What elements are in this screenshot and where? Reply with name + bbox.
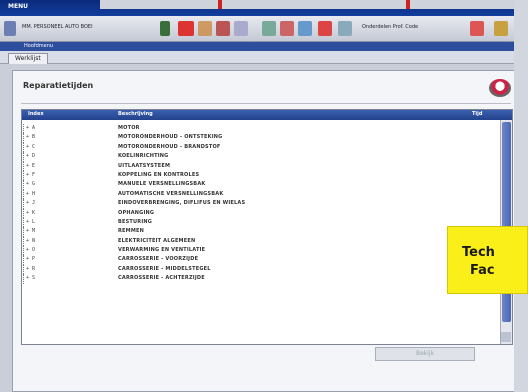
table-row[interactable]: + C MOTORONDERHOUD - BRANDSTOF (22, 142, 500, 153)
tool-icon[interactable] (318, 21, 332, 36)
page-title: Reparatietijden (23, 81, 94, 90)
tool-icon[interactable] (216, 21, 230, 36)
row-code: + B (26, 134, 36, 141)
table-row[interactable]: + L BESTURING (22, 217, 500, 228)
help-icon[interactable] (470, 21, 484, 36)
table-row[interactable]: + B MOTORONDERHOUD - ONTSTEKING (22, 133, 500, 143)
row-code: + C (26, 143, 36, 150)
table-row[interactable]: + N ELEKTRICITEIT ALGEMEEN (22, 236, 500, 247)
row-description: CARROSSERIE - VOORZIJDE (118, 256, 199, 263)
red-marker (218, 0, 222, 9)
table-row[interactable]: + D KOELINRICHTING (22, 152, 500, 162)
row-description: KOELINRICHTING (118, 153, 169, 160)
row-description: MANUELE VERSNELLINGSBAK (118, 181, 206, 188)
app-icon[interactable] (4, 21, 16, 36)
row-code: + G (26, 181, 36, 188)
red-marker (406, 0, 410, 9)
print-icon[interactable] (489, 79, 511, 97)
row-description: OPHANGING (118, 209, 155, 216)
row-code: + E (26, 162, 36, 169)
row-code: + K (26, 209, 36, 216)
row-code: + H (26, 190, 36, 197)
tab-werklijst[interactable]: Werklijst (8, 53, 48, 64)
back-icon[interactable] (160, 21, 170, 36)
row-code: + L (26, 218, 36, 225)
row-code: + R (26, 265, 36, 272)
row-code: + D (26, 153, 36, 160)
tool-icon[interactable] (198, 21, 212, 36)
row-code: + N (26, 237, 36, 244)
scroll-down-icon[interactable] (501, 332, 511, 342)
menu-strip: Hoofdmenu (0, 42, 528, 51)
row-code: + A (26, 125, 36, 131)
row-description: CARROSSERIE - ACHTERZIJDE (118, 275, 205, 282)
tool-icon[interactable] (280, 21, 294, 36)
row-code: + S (26, 275, 36, 282)
divider (21, 103, 511, 104)
window-title: MENU (8, 3, 28, 10)
row-description: REMMEN (118, 228, 145, 235)
header-description[interactable]: Beschrijving (118, 111, 153, 117)
toolbar-right-text: Onderdelen Prof. Code (362, 24, 419, 30)
row-description: VERWARMING EN VENTILATIE (118, 247, 206, 254)
row-code: + J (26, 200, 36, 207)
row-description: BESTURING (118, 218, 153, 225)
row-code: + P (26, 256, 36, 263)
right-frame (514, 0, 528, 392)
table-row[interactable]: + P CARROSSERIE - VOORZIJDE (22, 255, 500, 265)
tab-row: Werklijst (0, 51, 528, 64)
row-description: EINDOVERBRENGING, DIFLIFUS EN WIELAS (118, 200, 246, 207)
table-row[interactable]: + G MANUELE VERSNELLINGSBAK (22, 180, 500, 190)
tool-icon[interactable] (338, 21, 352, 36)
tool-icon[interactable] (262, 21, 276, 36)
tool-icon[interactable] (298, 21, 312, 36)
callout-line-1: Tech (462, 245, 495, 260)
table-row[interactable]: + M REMMEN (22, 227, 500, 237)
toolbar-left-text: MM. PERSONEEL AUTO BOEI (22, 24, 93, 30)
view-button[interactable]: Bekijk (375, 347, 475, 361)
table-row[interactable]: + E UITLAATSYSTEEM (22, 161, 500, 171)
row-description: ELEKTRICITEIT ALGEMEEN (118, 237, 196, 244)
table-header: Index Beschrijving Tijd (22, 110, 512, 120)
row-description: MOTORONDERHOUD - ONTSTEKING (118, 134, 223, 141)
table-row[interactable]: + O VERWARMING EN VENTILATIE (22, 246, 500, 256)
header-index[interactable]: Index (28, 111, 44, 117)
row-description: KOPPELING EN KONTROLES (118, 171, 200, 178)
row-description: MOTORONDERHOUD - BRANDSTOF (118, 143, 221, 150)
exit-icon[interactable] (494, 21, 508, 36)
top-strip (100, 0, 528, 9)
table-row[interactable]: + J EINDOVERBRENGING, DIFLIFUS EN WIELAS (22, 199, 500, 209)
table-row[interactable]: + A MOTOR (22, 124, 500, 134)
row-description: UITLAATSYSTEEM (118, 162, 171, 169)
tool-icon[interactable] (234, 21, 248, 36)
row-description: MOTOR (118, 125, 140, 131)
toolbar: MM. PERSONEEL AUTO BOEI Onderdelen Prof.… (0, 16, 528, 42)
row-code: + M (26, 228, 36, 235)
table-body: + A MOTOR + B MOTORONDERHOUD - ONTSTEKING + … (22, 124, 500, 284)
row-code: + F (26, 171, 36, 178)
header-time[interactable]: Tijd (472, 111, 482, 117)
overlay-callout: Tech Fac (447, 226, 528, 294)
table-row[interactable]: + F KOPPELING EN KONTROLES (22, 170, 500, 181)
row-description: CARROSSERIE - MIDDELSTEGEL (118, 265, 211, 272)
row-code: + O (26, 247, 36, 254)
callout-line-2: Fac (470, 263, 495, 278)
row-description: AUTOMATISCHE VERSNELLINGSBAK (118, 190, 224, 197)
table-row[interactable]: + R CARROSSERIE - MIDDELSTEGEL (22, 264, 500, 275)
repair-table: Index Beschrijving Tijd + A MOTOR + B MOTOR… (21, 109, 513, 345)
table-row[interactable]: + S CARROSSERIE - ACHTERZIJDE (22, 274, 500, 284)
table-row[interactable]: + K OPHANGING (22, 208, 500, 218)
red-tool-icon[interactable] (178, 21, 194, 36)
table-row[interactable]: + H AUTOMATISCHE VERSNELLINGSBAK (22, 189, 500, 200)
menu-label[interactable]: Hoofdmenu (24, 43, 53, 49)
